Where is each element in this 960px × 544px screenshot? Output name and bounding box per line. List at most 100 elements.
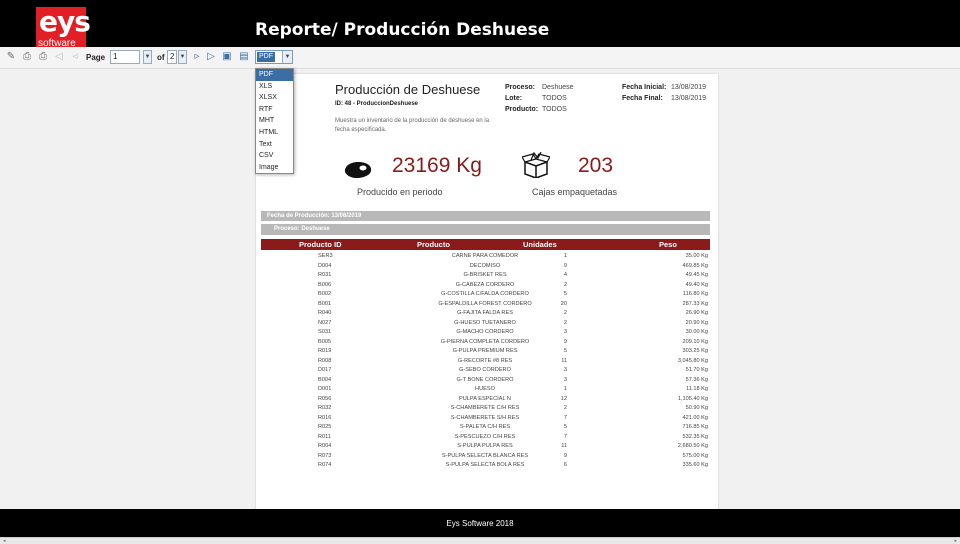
report-id: ID: 48 - ProduccionDeshuese: [335, 101, 419, 107]
format-option-image[interactable]: Image: [256, 162, 293, 174]
col-header-producto: Producto: [417, 240, 450, 249]
table-row: R032 S-CHAMBERETE C/H RES 2 50.90 Kg: [261, 404, 710, 414]
prev-page-icon[interactable]: ◃: [69, 51, 81, 63]
logo-text: eys: [39, 5, 91, 38]
page-total-field: 2: [167, 50, 177, 64]
format-option-xls[interactable]: XLS: [256, 81, 293, 93]
top-header: eys software Reporte/ Producción Deshues…: [0, 0, 960, 49]
cell-peso: 2,680.50 Kg: [677, 443, 708, 449]
cell-peso: 209.10 Kg: [682, 338, 708, 345]
table-row: R008 G-RECORTE #8 RES 11 3,045.80 Kg: [261, 357, 710, 367]
table-row: B001 G-ESPALDILLA FOREST CORDERO 20 287.33 …: [261, 300, 710, 310]
first-page-icon[interactable]: ◁: [53, 51, 65, 63]
cell-peso: 35.00 Kg: [685, 253, 708, 259]
cell-peso: 421.00 Kg: [682, 414, 708, 421]
table-row: N027 G-HUESO TUETANERO 2 20.90 Kg: [261, 319, 710, 329]
group-date-band: Fecha de Producción: 13/08/2019: [261, 211, 710, 221]
scroll-right-icon[interactable]: ▸: [954, 538, 957, 544]
last-page-icon[interactable]: ▷: [205, 51, 217, 63]
cell-peso: 532.35 Kg: [682, 433, 708, 440]
group-process-band: Proceso: Deshuese: [261, 224, 710, 235]
col-header-unidades: Unidades: [523, 240, 557, 249]
print-page-icon[interactable]: ⎙: [37, 51, 49, 63]
cell-peso: 3,045.80 Kg: [677, 357, 708, 364]
kpi-weight-value: 23169 Kg: [392, 154, 482, 177]
table-row: B002 G-COSTILLA C/FALDA CORDERO 5 116.80 Kg: [261, 290, 710, 300]
table-row: R056 PULPA ESPECIAL N 12 1,105.40 Kg: [261, 395, 710, 405]
kpi-boxes-value: 203: [578, 154, 614, 177]
cell-peso: 49.40 Kg: [685, 281, 708, 288]
format-option-rtf[interactable]: RTF: [256, 104, 293, 116]
next-page-icon[interactable]: ▹: [191, 51, 203, 63]
cell-peso: 11.18 Kg: [686, 386, 708, 392]
format-option-pdf[interactable]: PDF: [256, 69, 293, 81]
col-header-producto-id: Producto ID: [299, 240, 342, 249]
cell-peso: 116.80 Kg: [682, 291, 708, 297]
export-icon[interactable]: ▤: [238, 51, 250, 63]
format-option-xlsx[interactable]: XLSX: [256, 92, 293, 104]
report-description: Muestra un inventario de la producción d…: [335, 118, 490, 133]
cell-peso: 30.00 Kg: [685, 329, 708, 335]
cell-peso: 26.90 Kg: [685, 310, 708, 316]
cell-peso: 716.85 Kg: [682, 424, 708, 430]
table-row: R074 S-PULPA SELECTA BOLA RES 6 335.60 Kg: [261, 461, 710, 471]
fecha-final-value: 13/08/2019: [671, 95, 707, 102]
chevron-down-icon[interactable]: ▼: [282, 51, 292, 63]
page-title: Reporte/ Producción Deshuese: [255, 20, 550, 40]
producto-label: Producto:: [505, 106, 539, 113]
table-header: Producto ID Producto Unidades Peso: [261, 239, 710, 250]
cell-peso: 49.45 Kg: [685, 272, 708, 278]
cell-peso: 335.60 Kg: [682, 462, 708, 468]
table-row: S031 G-MACHO CORDERO 3 30.00 Kg: [261, 328, 710, 338]
horizontal-scrollbar[interactable]: ◂ ▸: [0, 537, 960, 544]
kpi-weight-label: Producido en periodo: [357, 187, 443, 197]
table-row: R040 G-FAJITA FALDA RES 2 26.90 Kg: [261, 309, 710, 319]
report-toolbar: ✎ ⎙ ⎙ ◁ ◃ Page 1 ▼ of 2 ▼ ▹ ▷ ▣ ▤ PDF ▼: [0, 47, 960, 69]
col-header-peso: Peso: [659, 240, 677, 249]
table-row: R016 S-CHAMBERETE S/H RES 7 421.00 Kg: [261, 414, 710, 424]
table-row: SER3 CARNE PARA COMEDOR 1 35.00 Kg: [261, 252, 710, 262]
table-row: R073 S-PULPA SELECTA BLANCA RES 9 575.00 Kg: [261, 452, 710, 462]
cell-peso: 303.25 Kg: [682, 348, 708, 354]
lote-value: TODOS: [542, 95, 567, 102]
table-row: B005 G-PIERNA COMPLETA CORDERO 9 209.10 Kg: [261, 338, 710, 348]
format-option-mht[interactable]: MHT: [256, 115, 293, 127]
table-body: SER3 CARNE PARA COMEDOR 1 35.00 Kg D004 DECOM…: [261, 252, 710, 471]
cell-peso: 20.90 Kg: [685, 319, 708, 326]
fecha-inicial-label: Fecha Inicial:: [622, 84, 667, 91]
scroll-left-icon[interactable]: ◂: [3, 538, 6, 544]
table-row: R025 S-PALETA C/H RES 5 716.85 Kg: [261, 423, 710, 433]
footer-bar: Eys Software 2018: [0, 509, 960, 537]
table-row: R011 S-PESCUEZO C/H RES 7 532.35 Kg: [261, 433, 710, 443]
page-total-arrow[interactable]: ▼: [178, 50, 187, 64]
export-format-select[interactable]: PDF ▼: [255, 50, 293, 64]
app-window: eys software Reporte/ Producción Deshues…: [0, 0, 960, 544]
report-page: E Producción de Deshuese ID: 48 - Produc…: [256, 74, 718, 514]
cell-peso: 57.36 Kg: [685, 376, 708, 383]
export-format-dropdown: PDF XLS XLSX RTF MHT HTML Text CSV Image: [255, 68, 294, 174]
meat-icon: [344, 162, 372, 179]
footer-text: Eys Software 2018: [446, 519, 514, 528]
eys-logo[interactable]: eys software: [36, 7, 91, 49]
fecha-inicial-value: 13/08/2019: [671, 84, 707, 91]
fecha-final-label: Fecha Final:: [622, 95, 663, 102]
table-row: R019 G-PULPA PREMIUM RES 5 303.25 Kg: [261, 347, 710, 357]
cell-peso: 50.90 Kg: [685, 405, 708, 411]
format-option-csv[interactable]: CSV: [256, 150, 293, 162]
format-option-text[interactable]: Text: [256, 139, 293, 151]
table-row: D017 G-SEBO CORDERO 3 51.70 Kg: [261, 366, 710, 376]
page-number-input[interactable]: 1: [110, 50, 140, 64]
cell-peso: 575.00 Kg: [682, 452, 708, 459]
cell-peso: 51.70 Kg: [685, 367, 708, 373]
table-row: R004 S-PULPA PULPA RES 11 2,680.50 Kg: [261, 442, 710, 452]
cell-peso: 287.33 Kg: [682, 300, 708, 307]
print-icon[interactable]: ⎙: [21, 51, 33, 63]
save-icon[interactable]: ▣: [221, 51, 233, 63]
cell-peso: 469.85 Kg: [682, 262, 708, 269]
table-row: B006 G-CABEZA CORDERO 2 49.40 Kg: [261, 281, 710, 291]
table-row: D001 HUESO 1 11.18 Kg: [261, 385, 710, 395]
format-option-html[interactable]: HTML: [256, 127, 293, 139]
producto-value: TODOS: [542, 106, 567, 113]
search-icon[interactable]: ✎: [5, 51, 17, 63]
page-dropdown-arrow[interactable]: ▼: [143, 50, 152, 64]
